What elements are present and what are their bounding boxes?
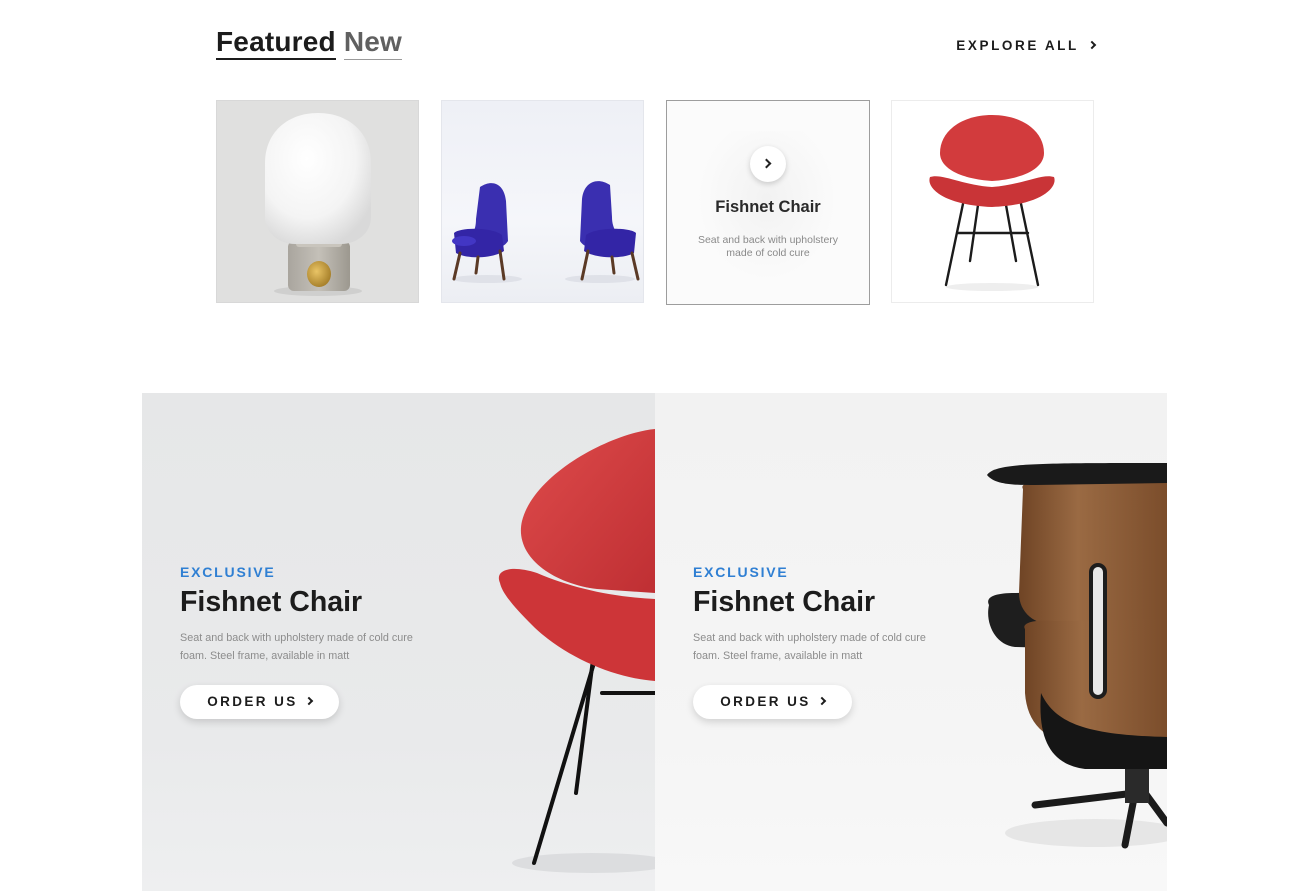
chevron-right-icon — [817, 696, 827, 706]
chevron-right-icon — [1087, 40, 1097, 50]
chevron-right-icon — [761, 158, 772, 169]
chevron-right-icon — [304, 696, 314, 706]
heading-word-new: New — [343, 26, 403, 60]
banner-eyebrow: EXCLUSIVE — [180, 564, 276, 580]
product-description: Seat and back with upholstery made of co… — [697, 234, 839, 259]
banner-copy: EXCLUSIVE Fishnet Chair Seat and back wi… — [693, 564, 973, 665]
banner-title: Fishnet Chair — [180, 586, 363, 618]
order-us-button[interactable]: ORDER US — [693, 685, 852, 719]
banner-description: Seat and back with upholstery made of co… — [693, 632, 926, 662]
product-tile-blue-armchairs[interactable] — [441, 100, 644, 303]
explore-all-label: EXPLORE ALL — [956, 38, 1079, 53]
order-us-label: ORDER US — [207, 694, 298, 709]
product-tile-lamp[interactable] — [216, 100, 419, 303]
product-tile-fishnet-chair[interactable]: Fishnet Chair Seat and back with upholst… — [666, 100, 870, 305]
promo-banner-lounge-chair: EXCLUSIVE Fishnet Chair Seat and back wi… — [655, 393, 1167, 891]
banner-copy: EXCLUSIVE Fishnet Chair Seat and back wi… — [180, 564, 460, 665]
banner-description: Seat and back with upholstery made of co… — [180, 632, 413, 662]
featured-section-header: Featured New EXPLORE ALL — [216, 26, 1097, 66]
explore-all-link[interactable]: EXPLORE ALL — [956, 38, 1097, 53]
view-product-button[interactable] — [750, 146, 786, 182]
lamp-image — [265, 113, 371, 296]
product-title: Fishnet Chair — [715, 198, 821, 216]
banner-eyebrow: EXCLUSIVE — [693, 564, 789, 580]
banner-title: Fishnet Chair — [693, 586, 876, 618]
section-heading: Featured New — [216, 26, 403, 60]
order-us-button[interactable]: ORDER US — [180, 685, 339, 719]
red-chair-image — [929, 115, 1055, 291]
product-tile-red-chair[interactable] — [891, 100, 1094, 303]
heading-word-featured: Featured — [216, 26, 336, 60]
promo-banner-fishnet-chair: EXCLUSIVE Fishnet Chair Seat and back wi… — [142, 393, 655, 891]
blue-armchairs-image — [452, 181, 640, 283]
order-us-label: ORDER US — [720, 694, 811, 709]
